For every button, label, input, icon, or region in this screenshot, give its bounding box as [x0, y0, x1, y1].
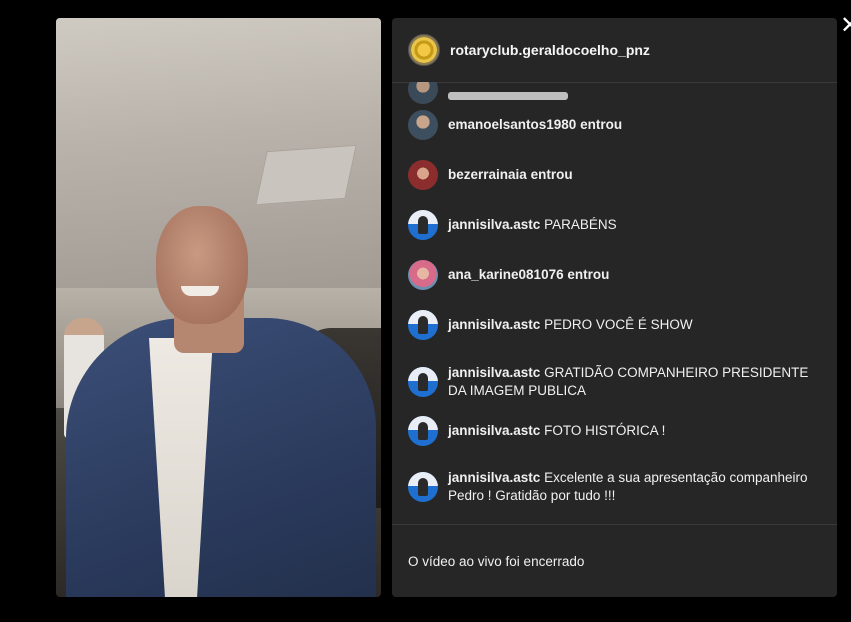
comment-item: emanoelsantos1980 entrou	[408, 110, 822, 140]
comment-item: bezerrainaia entrou	[408, 160, 822, 190]
avatar[interactable]	[408, 367, 438, 397]
comment-message: FOTO HISTÓRICA !	[544, 423, 666, 438]
live-ended-status: O vídeo ao vivo foi encerrado	[408, 554, 585, 569]
comment-text: jannisilva.astc Excelente a sua apresent…	[448, 469, 822, 505]
panel-header: rotaryclub.geraldocoelho_pnz	[392, 18, 837, 83]
partial-comment-text	[448, 92, 568, 100]
avatar[interactable]	[408, 110, 438, 140]
comment-username[interactable]: emanoelsantos1980	[448, 117, 576, 132]
comment-item: jannisilva.astc PARABÉNS	[408, 210, 822, 240]
avatar[interactable]	[408, 210, 438, 240]
comment-text: emanoelsantos1980 entrou	[448, 116, 622, 134]
avatar[interactable]	[408, 472, 438, 502]
video-presenter-jacket	[66, 318, 376, 597]
comment-message: entrou	[530, 167, 573, 182]
avatar[interactable]	[408, 416, 438, 446]
comment-username[interactable]: jannisilva.astc	[448, 317, 540, 332]
comment-item: jannisilva.astc GRATIDÃO COMPANHEIRO PRE…	[408, 362, 822, 402]
comment-text: jannisilva.astc GRATIDÃO COMPANHEIRO PRE…	[448, 364, 822, 400]
comment-text: bezerrainaia entrou	[448, 166, 573, 184]
avatar[interactable]	[408, 260, 438, 290]
comment-message: entrou	[580, 117, 623, 132]
video-presenter-head	[156, 206, 248, 324]
account-name[interactable]: rotaryclub.geraldocoelho_pnz	[450, 42, 650, 58]
avatar[interactable]	[408, 310, 438, 340]
video-vent	[255, 144, 357, 206]
comment-username[interactable]: bezerrainaia	[448, 167, 527, 182]
comment-item: jannisilva.astc Excelente a sua apresent…	[408, 467, 822, 507]
comment-text: jannisilva.astc FOTO HISTÓRICA !	[448, 422, 665, 440]
comment-message: PEDRO VOCÊ É SHOW	[544, 317, 693, 332]
comment-username[interactable]: jannisilva.astc	[448, 423, 540, 438]
comment-text: jannisilva.astc PARABÉNS	[448, 216, 617, 234]
comment-username[interactable]: jannisilva.astc	[448, 217, 540, 232]
comment-message: PARABÉNS	[544, 217, 617, 232]
comment-text: jannisilva.astc PEDRO VOCÊ É SHOW	[448, 316, 693, 334]
comment-username[interactable]: ana_karine081076	[448, 267, 564, 282]
panel-footer: O vídeo ao vivo foi encerrado	[392, 524, 837, 597]
comment-text: ana_karine081076 entrou	[448, 266, 609, 284]
comment-username[interactable]: jannisilva.astc	[448, 470, 540, 485]
live-chat-panel: rotaryclub.geraldocoelho_pnz emanoelsant…	[392, 18, 837, 597]
comment-item: jannisilva.astc PEDRO VOCÊ É SHOW	[408, 310, 822, 340]
live-video[interactable]	[56, 18, 381, 597]
partial-comment	[408, 82, 568, 104]
comment-username[interactable]: jannisilva.astc	[448, 365, 540, 380]
video-presenter-smile	[181, 286, 219, 296]
comment-item: ana_karine081076 entrou	[408, 260, 822, 290]
comment-message: entrou	[567, 267, 610, 282]
avatar	[408, 82, 438, 104]
close-icon[interactable]: ✕	[840, 14, 851, 38]
rotary-logo-avatar[interactable]	[408, 34, 440, 66]
comment-list[interactable]: emanoelsantos1980 entrou bezerrainaia en…	[392, 82, 837, 524]
avatar[interactable]	[408, 160, 438, 190]
comment-item: jannisilva.astc FOTO HISTÓRICA !	[408, 416, 822, 446]
